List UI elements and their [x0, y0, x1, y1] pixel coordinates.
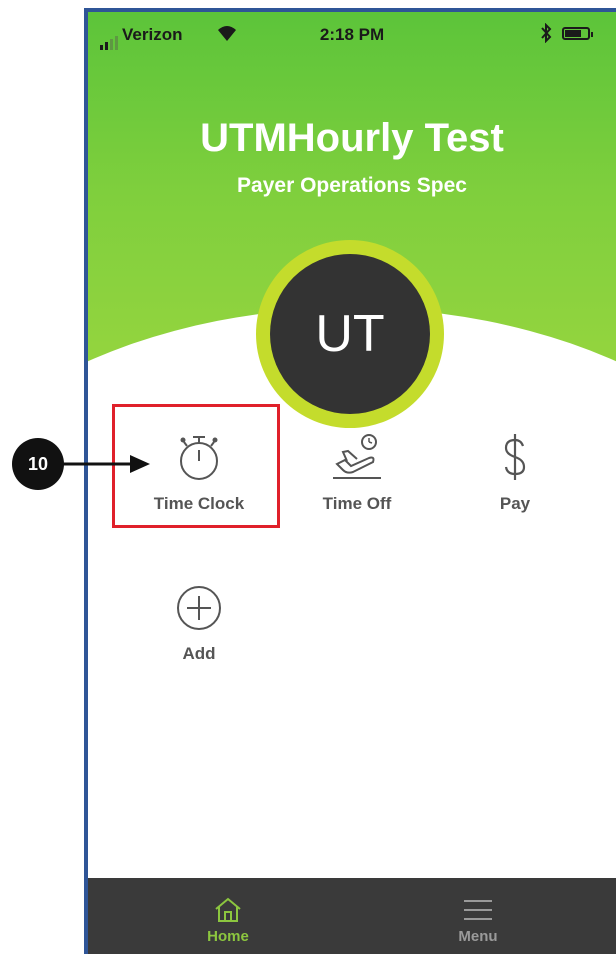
time-off-tile[interactable]: Time Off — [274, 430, 440, 514]
pay-label: Pay — [499, 494, 531, 513]
step-badge: 10 — [12, 438, 64, 490]
status-time: 2:18 PM — [319, 25, 385, 44]
status-bar: Verizon 2:18 PM — [88, 12, 616, 56]
menu-icon — [464, 900, 492, 920]
avatar[interactable]: UT — [270, 254, 430, 414]
bluetooth-icon — [541, 23, 552, 43]
home-icon — [215, 897, 241, 922]
plus-circle-icon — [177, 586, 221, 630]
battery-icon — [562, 27, 593, 40]
add-label: Add — [182, 644, 216, 663]
tab-bar: Home Menu — [88, 878, 616, 954]
page-title: UTMHourly Test — [200, 116, 504, 160]
plane-icon — [333, 434, 381, 479]
tab-menu-label: Menu — [458, 928, 498, 945]
tab-home-label: Home — [207, 928, 249, 945]
tab-home[interactable]: Home — [96, 878, 360, 954]
pay-tile[interactable]: Pay — [432, 430, 598, 514]
add-tile[interactable]: Add — [116, 582, 282, 664]
tab-menu[interactable]: Menu — [346, 878, 610, 954]
page-subtitle: Payer Operations Spec — [237, 174, 467, 197]
page: Verizon 2:18 PM UTMHourly Test Payer Ope… — [0, 0, 616, 954]
arrow-icon — [62, 455, 150, 473]
dollar-icon — [504, 434, 526, 480]
time-off-label: Time Off — [322, 494, 392, 513]
